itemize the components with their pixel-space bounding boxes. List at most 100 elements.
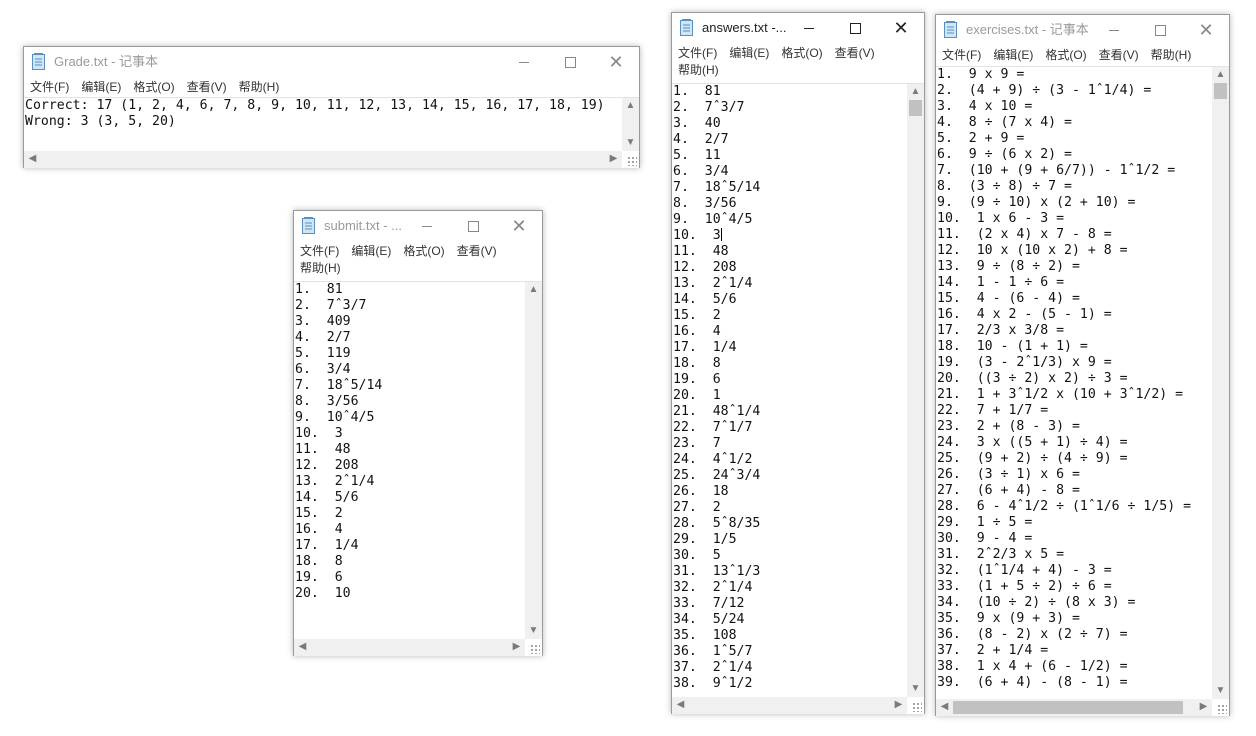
menu-edit[interactable]: 编辑(E) — [351, 243, 391, 260]
maximize-button[interactable] — [450, 211, 496, 241]
menu-help[interactable]: 帮助(H) — [300, 260, 341, 277]
resize-grip-icon[interactable] — [912, 702, 922, 712]
scroll-left-icon[interactable]: ◀ — [294, 641, 311, 653]
scroll-down-icon[interactable]: ▼ — [1212, 685, 1229, 697]
text-area[interactable]: Correct: 17 (1, 2, 4, 6, 7, 8, 9, 10, 11… — [24, 97, 639, 168]
text-line: 18. 10 - (1 + 1) = — [937, 339, 1088, 354]
maximize-button[interactable] — [547, 47, 593, 77]
scroll-thumb[interactable] — [1214, 83, 1227, 99]
minimize-button[interactable] — [1091, 15, 1137, 45]
menu-format[interactable]: 格式(O) — [1045, 47, 1086, 64]
maximize-icon — [849, 22, 861, 34]
menu-bar: 文件(F) 编辑(E) 格式(O) 查看(V) 帮助(H) — [936, 47, 1229, 64]
scroll-left-icon[interactable]: ◀ — [24, 153, 41, 165]
text-line: 7. 18ˆ5/14 — [295, 378, 383, 393]
answers-notepad-window[interactable]: answers.txt -... ✕ 文件(F) 编辑(E) 格式(O) 查看(V) 帮… — [671, 12, 925, 714]
menu-format[interactable]: 格式(O) — [133, 79, 174, 96]
text-line: 13. 9 ÷ (8 ÷ 2) = — [937, 259, 1080, 274]
text-line: 23. 2 + (8 - 3) = — [937, 419, 1080, 434]
text-line: 3. 40 — [673, 116, 721, 131]
menu-view[interactable]: 查看(V) — [187, 79, 227, 96]
resize-grip-icon[interactable] — [530, 644, 540, 654]
text-line: 12. 208 — [673, 260, 737, 275]
text-area[interactable]: 1. 81 2. 7ˆ3/7 3. 40 4. 2/7 5. 11 6. 3/4… — [672, 83, 924, 714]
text-line: 19. 6 — [295, 570, 343, 585]
scroll-up-icon[interactable]: ▲ — [907, 86, 924, 98]
resize-grip-icon[interactable] — [627, 156, 637, 166]
maximize-button[interactable] — [832, 13, 878, 43]
close-button[interactable]: ✕ — [593, 47, 639, 77]
title-bar[interactable]: Grade.txt - 记事本 ✕ — [24, 47, 639, 77]
scroll-down-icon[interactable]: ▼ — [622, 137, 639, 149]
text-line: 3. 4 x 10 = — [937, 99, 1033, 114]
text-content: Correct: 17 (1, 2, 4, 6, 7, 8, 9, 10, 11… — [24, 98, 639, 130]
horizontal-scrollbar[interactable]: ◀ ▶ — [294, 639, 525, 656]
scroll-up-icon[interactable]: ▲ — [1212, 69, 1229, 81]
text-line: 4. 2/7 — [673, 132, 729, 147]
text-line: 6. 9 ÷ (6 x 2) = — [937, 147, 1072, 162]
scroll-up-icon[interactable]: ▲ — [622, 100, 639, 112]
vertical-scrollbar[interactable]: ▲ ▼ — [907, 84, 924, 697]
minimize-button[interactable] — [404, 211, 450, 241]
menu-edit[interactable]: 编辑(E) — [81, 79, 121, 96]
scroll-down-icon[interactable]: ▼ — [525, 625, 542, 637]
text-line: 29. 1/5 — [673, 532, 737, 547]
menu-view[interactable]: 查看(V) — [1099, 47, 1139, 64]
scroll-thumb[interactable] — [909, 100, 922, 116]
grade-notepad-window[interactable]: Grade.txt - 记事本 ✕ 文件(F) 编辑(E) 格式(O) 查看(V) 帮助… — [23, 46, 640, 168]
horizontal-scrollbar[interactable]: ◀ ▶ — [936, 699, 1212, 716]
text-line: 23. 7 — [673, 436, 721, 451]
scroll-left-icon[interactable]: ◀ — [936, 701, 953, 713]
close-button[interactable]: ✕ — [1183, 15, 1229, 45]
exercises-notepad-window[interactable]: exercises.txt - 记事本 ✕ 文件(F) 编辑(E) 格式(O) 查看(… — [935, 14, 1230, 716]
vertical-scrollbar[interactable]: ▲ ▼ — [525, 282, 542, 639]
minimize-button[interactable] — [501, 47, 547, 77]
title-bar[interactable]: exercises.txt - 记事本 ✕ — [936, 15, 1229, 45]
text-area[interactable]: 1. 9 x 9 = 2. (4 + 9) ÷ (3 - 1ˆ1/4) = 3.… — [936, 66, 1229, 716]
menu-view[interactable]: 查看(V) — [835, 45, 875, 62]
close-button[interactable]: ✕ — [496, 211, 542, 241]
scroll-left-icon[interactable]: ◀ — [672, 699, 689, 711]
text-line: 26. 18 — [673, 484, 729, 499]
menu-edit[interactable]: 编辑(E) — [993, 47, 1033, 64]
resize-grip-icon[interactable] — [1217, 704, 1227, 714]
close-button[interactable]: ✕ — [878, 13, 924, 43]
title-bar[interactable]: submit.txt - ... ✕ — [294, 211, 542, 241]
vertical-scrollbar[interactable]: ▲ ▼ — [622, 98, 639, 151]
vertical-scrollbar[interactable]: ▲ ▼ — [1212, 67, 1229, 699]
horizontal-scroll-thumb[interactable] — [953, 701, 1183, 714]
title-bar[interactable]: answers.txt -... ✕ — [672, 13, 924, 43]
scroll-up-icon[interactable]: ▲ — [525, 284, 542, 296]
scroll-right-icon[interactable]: ▶ — [605, 153, 622, 165]
submit-notepad-window[interactable]: submit.txt - ... ✕ 文件(F) 编辑(E) 格式(O) 查看(V) 帮… — [293, 210, 543, 656]
text-line: 7. (10 + (9 + 6/7)) - 1ˆ1/2 = — [937, 163, 1176, 178]
scroll-right-icon[interactable]: ▶ — [1195, 701, 1212, 713]
text-line: 10. 1 x 6 - 3 = — [937, 211, 1065, 226]
scroll-down-icon[interactable]: ▼ — [907, 683, 924, 695]
text-line: 16. 4 — [673, 324, 721, 339]
menu-edit[interactable]: 编辑(E) — [729, 45, 769, 62]
scroll-right-icon[interactable]: ▶ — [890, 699, 907, 711]
text-area[interactable]: 1. 81 2. 7ˆ3/7 3. 409 4. 2/7 5. 119 6. 3… — [294, 281, 542, 656]
minimize-button[interactable] — [786, 13, 832, 43]
menu-format[interactable]: 格式(O) — [781, 45, 822, 62]
menu-file[interactable]: 文件(F) — [942, 47, 981, 64]
menu-help[interactable]: 帮助(H) — [239, 79, 280, 96]
text-content: 1. 9 x 9 = 2. (4 + 9) ÷ (3 - 1ˆ1/4) = 3.… — [936, 67, 1229, 691]
menu-file[interactable]: 文件(F) — [678, 45, 717, 62]
menu-file[interactable]: 文件(F) — [300, 243, 339, 260]
horizontal-scrollbar[interactable]: ◀ ▶ — [672, 697, 907, 714]
menu-view[interactable]: 查看(V) — [457, 243, 497, 260]
text-line: 25. (9 + 2) ÷ (4 ÷ 9) = — [937, 451, 1128, 466]
horizontal-scrollbar[interactable]: ◀ ▶ — [24, 151, 622, 168]
menu-format[interactable]: 格式(O) — [403, 243, 444, 260]
text-line: 35. 9 x (9 + 3) = — [937, 611, 1080, 626]
text-line: 6. 3/4 — [673, 164, 729, 179]
scroll-right-icon[interactable]: ▶ — [508, 641, 525, 653]
close-icon: ✕ — [608, 52, 624, 72]
menu-file[interactable]: 文件(F) — [30, 79, 69, 96]
menu-help[interactable]: 帮助(H) — [678, 62, 719, 79]
menu-help[interactable]: 帮助(H) — [1151, 47, 1192, 64]
maximize-button[interactable] — [1137, 15, 1183, 45]
text-line: 26. (3 ÷ 1) x 6 = — [937, 467, 1080, 482]
